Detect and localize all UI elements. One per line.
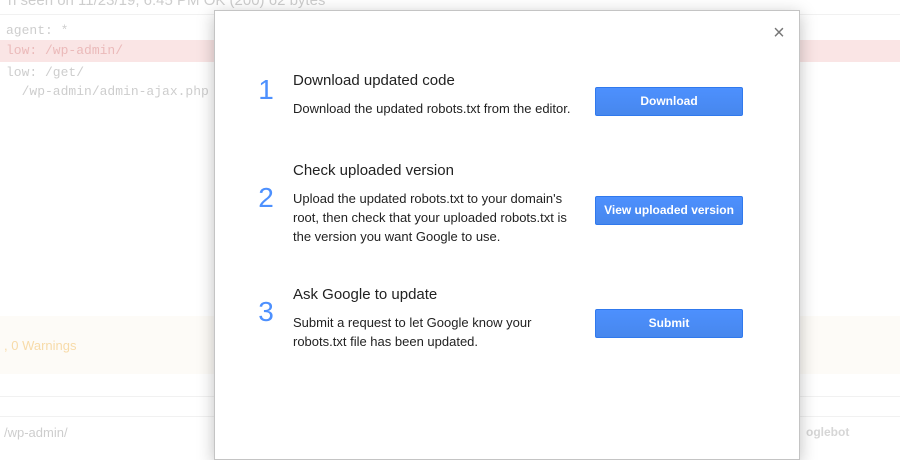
submit-dialog: × 1 Download updated code Download the u… <box>214 10 800 460</box>
view-uploaded-version-button[interactable]: View uploaded version <box>595 196 743 225</box>
step-title: Ask Google to update <box>293 286 438 303</box>
step-number: 3 <box>258 296 274 327</box>
submit-button[interactable]: Submit <box>595 309 743 338</box>
download-button[interactable]: Download <box>595 87 743 116</box>
step-number: 1 <box>258 74 274 105</box>
step-title: Check uploaded version <box>293 162 454 179</box>
close-icon[interactable]: × <box>769 23 789 43</box>
step-description: Submit a request to let Google know your… <box>293 315 532 349</box>
step-title: Download updated code <box>293 72 455 89</box>
step-description: Upload the updated robots.txt to your do… <box>293 191 567 244</box>
step-number: 2 <box>258 182 274 213</box>
step-description: Download the updated robots.txt from the… <box>293 101 571 116</box>
